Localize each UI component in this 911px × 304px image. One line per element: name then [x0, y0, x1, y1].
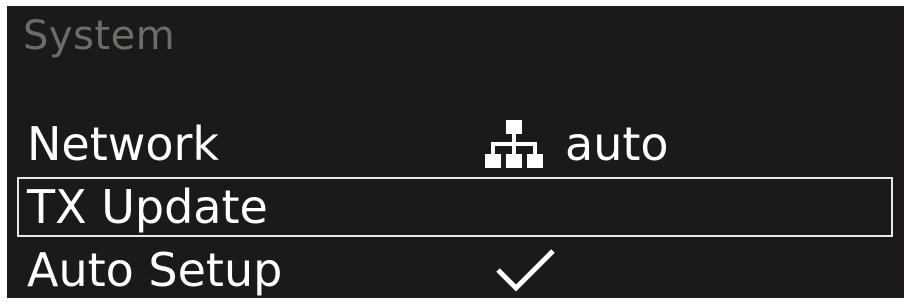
- menu-item-label: Network: [27, 117, 220, 171]
- menu-item-label: Auto Setup: [27, 243, 283, 297]
- menu-item-auto-setup[interactable]: Auto Setup: [17, 240, 893, 298]
- device-screen: System Network auto TX Update Auto Setup: [7, 6, 904, 298]
- menu-item-tx-update[interactable]: TX Update: [17, 177, 893, 237]
- network-value: auto: [565, 117, 669, 171]
- auto-setup-status: [493, 240, 557, 298]
- menu-item-network[interactable]: Network auto: [17, 114, 893, 174]
- network-status: auto: [485, 114, 669, 174]
- page-title: System: [23, 13, 176, 59]
- menu-item-label: TX Update: [27, 180, 268, 234]
- checkmark-icon: [493, 246, 557, 294]
- network-icon: [485, 118, 543, 170]
